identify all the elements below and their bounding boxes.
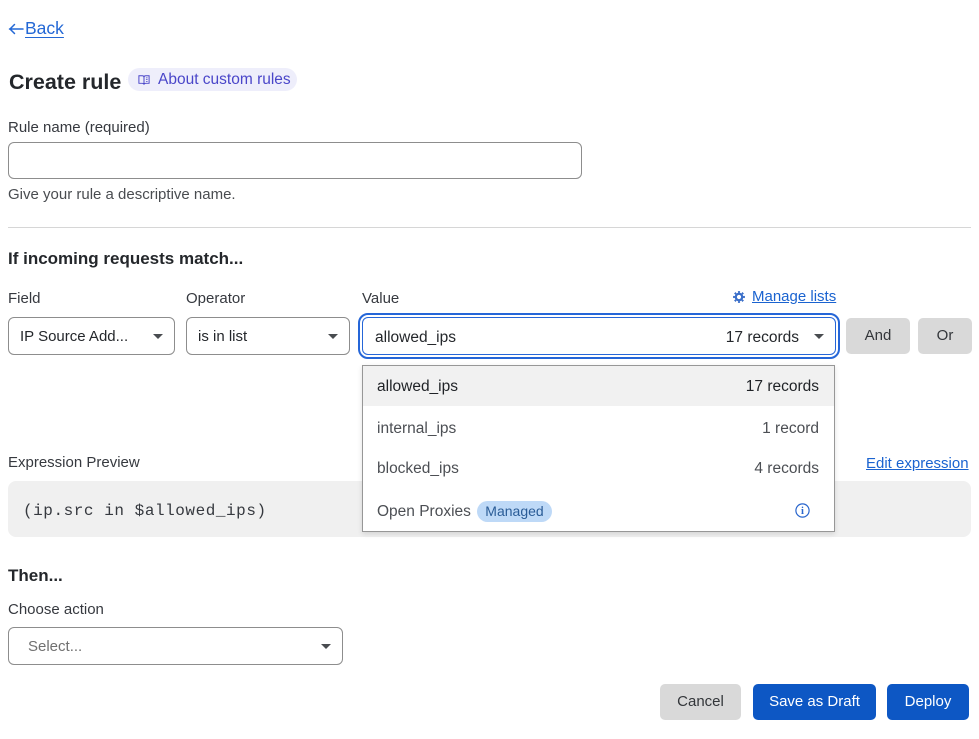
svg-text:i: i [801, 506, 804, 517]
